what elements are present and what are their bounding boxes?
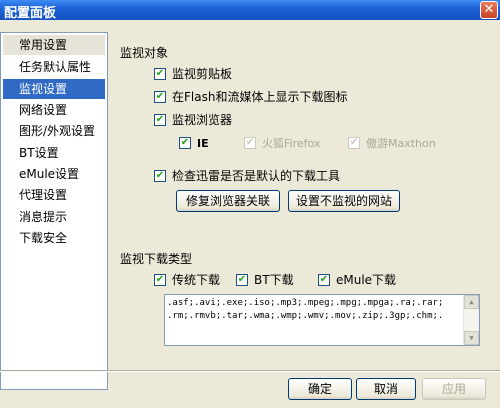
clipboard-checkbox[interactable]: ✔ 监视剪贴板 [154,66,232,82]
check-icon: ✔ [154,113,166,126]
browser-checkbox[interactable]: ✔ 监视浏览器 [154,112,232,128]
monitor-settings-panel: 监视对象 ✔ 监视剪贴板 ✔ 在Flash和流媒体上显示下载图标 ✔ 监视浏览器 ✔ I… [112,32,488,370]
check-icon: ✔ [179,136,191,149]
ok-button[interactable]: 确定 [288,378,352,400]
download-types-title: 监视下载类型 [120,252,193,266]
nav-item-general[interactable]: 常用设置 [3,35,105,55]
close-icon[interactable]: ✕ [480,1,498,19]
nav-item-task-defaults[interactable]: 任务默认属性 [3,57,105,77]
maxthon-checkbox: ✔ 傲游Maxthon [348,136,436,150]
check-icon: ✔ [154,169,166,182]
extensions-textarea[interactable]: .asf;.avi;.exe;.iso;.mp3;.mpeg;.mpg;.mpg… [164,294,480,346]
nav-item-bt[interactable]: BT设置 [3,143,105,163]
cancel-button[interactable]: 取消 [356,378,416,400]
check-icon: ✔ [154,67,166,80]
check-icon: ✔ [348,136,360,149]
check-icon: ✔ [154,90,166,103]
apply-button: 应用 [422,378,486,400]
nav-item-monitor[interactable]: 监视设置 [3,79,105,99]
scroll-down-icon[interactable]: ▼ [464,331,479,345]
emule-download-checkbox[interactable]: ✔ eMule下载 [318,272,396,288]
nav-item-emule[interactable]: eMule设置 [3,164,105,184]
nav-item-network[interactable]: 网络设置 [3,100,105,120]
monitor-objects-title: 监视对象 [120,46,169,60]
flash-checkbox[interactable]: ✔ 在Flash和流媒体上显示下载图标 [154,89,347,105]
textarea-scrollbar[interactable]: ▲ ▼ [463,295,479,345]
extensions-line-1: .asf;.avi;.exe;.iso;.mp3;.mpeg;.mpg;.mpg… [167,298,444,308]
check-icon: ✔ [244,136,256,149]
nav-item-security[interactable]: 下载安全 [3,228,105,248]
window-title: 配置面板 [4,6,57,21]
settings-nav: 常用设置 任务默认属性 监视设置 网络设置 图形/外观设置 BT设置 eMule… [0,32,108,390]
traditional-download-checkbox[interactable]: ✔ 传统下载 [154,272,220,288]
nav-item-notifications[interactable]: 消息提示 [3,207,105,227]
bt-download-checkbox[interactable]: ✔ BT下载 [236,272,294,288]
extensions-line-2: .rm;.rmvb;.tar;.wma;.wmp;.wmv;.mov;.zip;… [167,311,444,321]
window-body: 常用设置 任务默认属性 监视设置 网络设置 图形/外观设置 BT设置 eMule… [0,20,500,408]
firefox-checkbox: ✔ 火狐Firefox [244,136,321,150]
scroll-up-icon[interactable]: ▲ [464,295,479,309]
title-bar: 配置面板 ✕ [0,0,500,21]
check-icon: ✔ [154,273,166,286]
nav-item-proxy[interactable]: 代理设置 [3,185,105,205]
repair-browser-button[interactable]: 修复浏览器关联 [176,190,280,212]
unmonitored-sites-button[interactable]: 设置不监视的网站 [288,190,400,212]
nav-item-appearance[interactable]: 图形/外观设置 [3,121,105,141]
ie-checkbox[interactable]: ✔ IE [179,135,209,151]
default-tool-checkbox[interactable]: ✔ 检查迅雷是否是默认的下载工具 [154,168,340,184]
footer-separator [0,370,500,372]
check-icon: ✔ [318,273,330,286]
check-icon: ✔ [236,273,248,286]
